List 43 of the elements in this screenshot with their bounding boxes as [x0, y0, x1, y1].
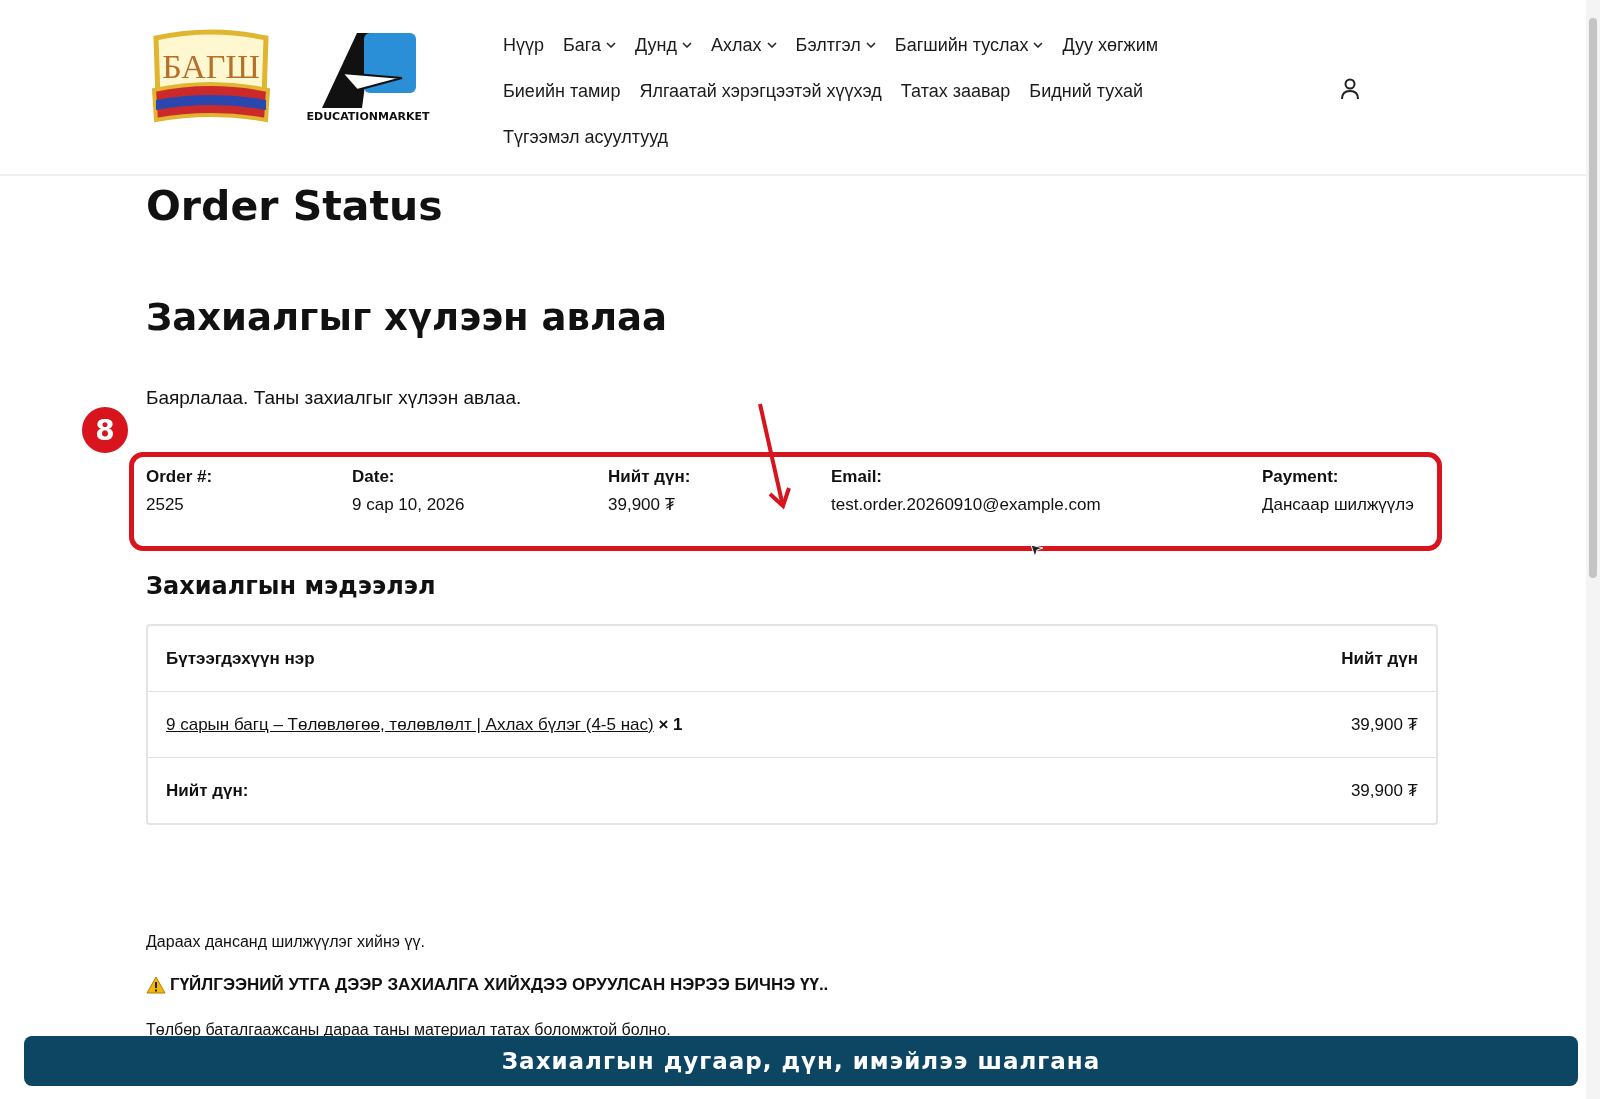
- overview-value: 2525: [146, 495, 185, 515]
- nav-link[interactable]: Багшийн туслах: [894, 32, 1044, 58]
- overview-value: Дансаар шилжүүлэ: [1262, 495, 1415, 515]
- overview-label: Email:: [831, 467, 884, 487]
- table-cell: 39,900 ₮: [1350, 780, 1418, 801]
- overview-label: Order #:: [146, 467, 214, 487]
- user-icon[interactable]: [1340, 78, 1360, 100]
- nav-link[interactable]: Дуу хөгжим: [1062, 32, 1159, 58]
- column-header: Нийт дүн: [1341, 648, 1418, 669]
- table-cell: 39,900 ₮: [1350, 714, 1418, 735]
- overview-label: Нийт дүн:: [608, 467, 692, 487]
- quantity-text: × 1: [658, 714, 683, 734]
- nav-link[interactable]: Биеийн тамир: [503, 78, 621, 104]
- nav-link[interactable]: Бэлтгэл: [795, 32, 876, 58]
- instruction-text: Дараах дансанд шилжүүлэг хийнэ үү.: [146, 933, 426, 951]
- section-title: Захиалгын мэдээлэл: [146, 572, 437, 600]
- step-badge: 8: [80, 405, 130, 455]
- cursor-icon: [1030, 544, 1044, 558]
- warning-text: ГҮЙЛГЭЭНИЙ УТГА ДЭЭР ЗАХИАЛГА ХИЙХДЭЭ ОРУУЛСАН НЭРЭЭ БИЧНЭ ҮҮ..: [170, 975, 829, 995]
- nav-link[interactable]: Ялгаатай хэрэгцээтэй хүүхэд: [639, 78, 882, 104]
- nav-link[interactable]: Татах заавар: [900, 78, 1011, 104]
- overview-value: 9 сар 10, 2026: [352, 495, 466, 515]
- column-header: Бүтээгдэхүүн нэр: [166, 648, 315, 669]
- education-market-logo[interactable]: EDUCATIONMARKET: [302, 28, 432, 128]
- page-title: Order Status: [146, 182, 444, 230]
- overview-label: Date:: [352, 467, 396, 487]
- warning-icon: [146, 976, 166, 994]
- overview-value: 39,900 ₮: [608, 495, 677, 515]
- scrollbar[interactable]: [1586, 0, 1600, 1099]
- note-text: Төлбөр баталгаажсаны дараа таны материал татах боломжтой болно.: [146, 1021, 672, 1039]
- nav-link[interactable]: Түгээмэл асуултууд: [503, 124, 669, 150]
- product-link[interactable]: 9 сарын багц – Төлөвлөгөө, төлөвлөлт | Ахлах бүлэг (4-5 нас): [166, 714, 654, 734]
- nav-link[interactable]: Бага: [563, 32, 617, 58]
- thank-you-text: Баярлалаа. Таны захиалгыг хүлээн авлаа.: [146, 387, 523, 409]
- overview-label: Payment:: [1262, 467, 1340, 487]
- nav-link[interactable]: Нүүр: [503, 32, 544, 58]
- overview-value: test.order.20260910@example.com: [831, 495, 1102, 515]
- caption-bar: Захиалгын дугаар, дүн, имэйлээ шалгана: [24, 1036, 1578, 1086]
- confirmation-heading: Захиалгыг хүлээн авлаа: [146, 296, 668, 339]
- nav-link[interactable]: Ахлах: [711, 32, 777, 58]
- nav-link[interactable]: Бидний тухай: [1029, 78, 1144, 104]
- nav-link[interactable]: Дунд: [635, 32, 693, 58]
- total-label: Нийт дүн:: [166, 780, 249, 801]
